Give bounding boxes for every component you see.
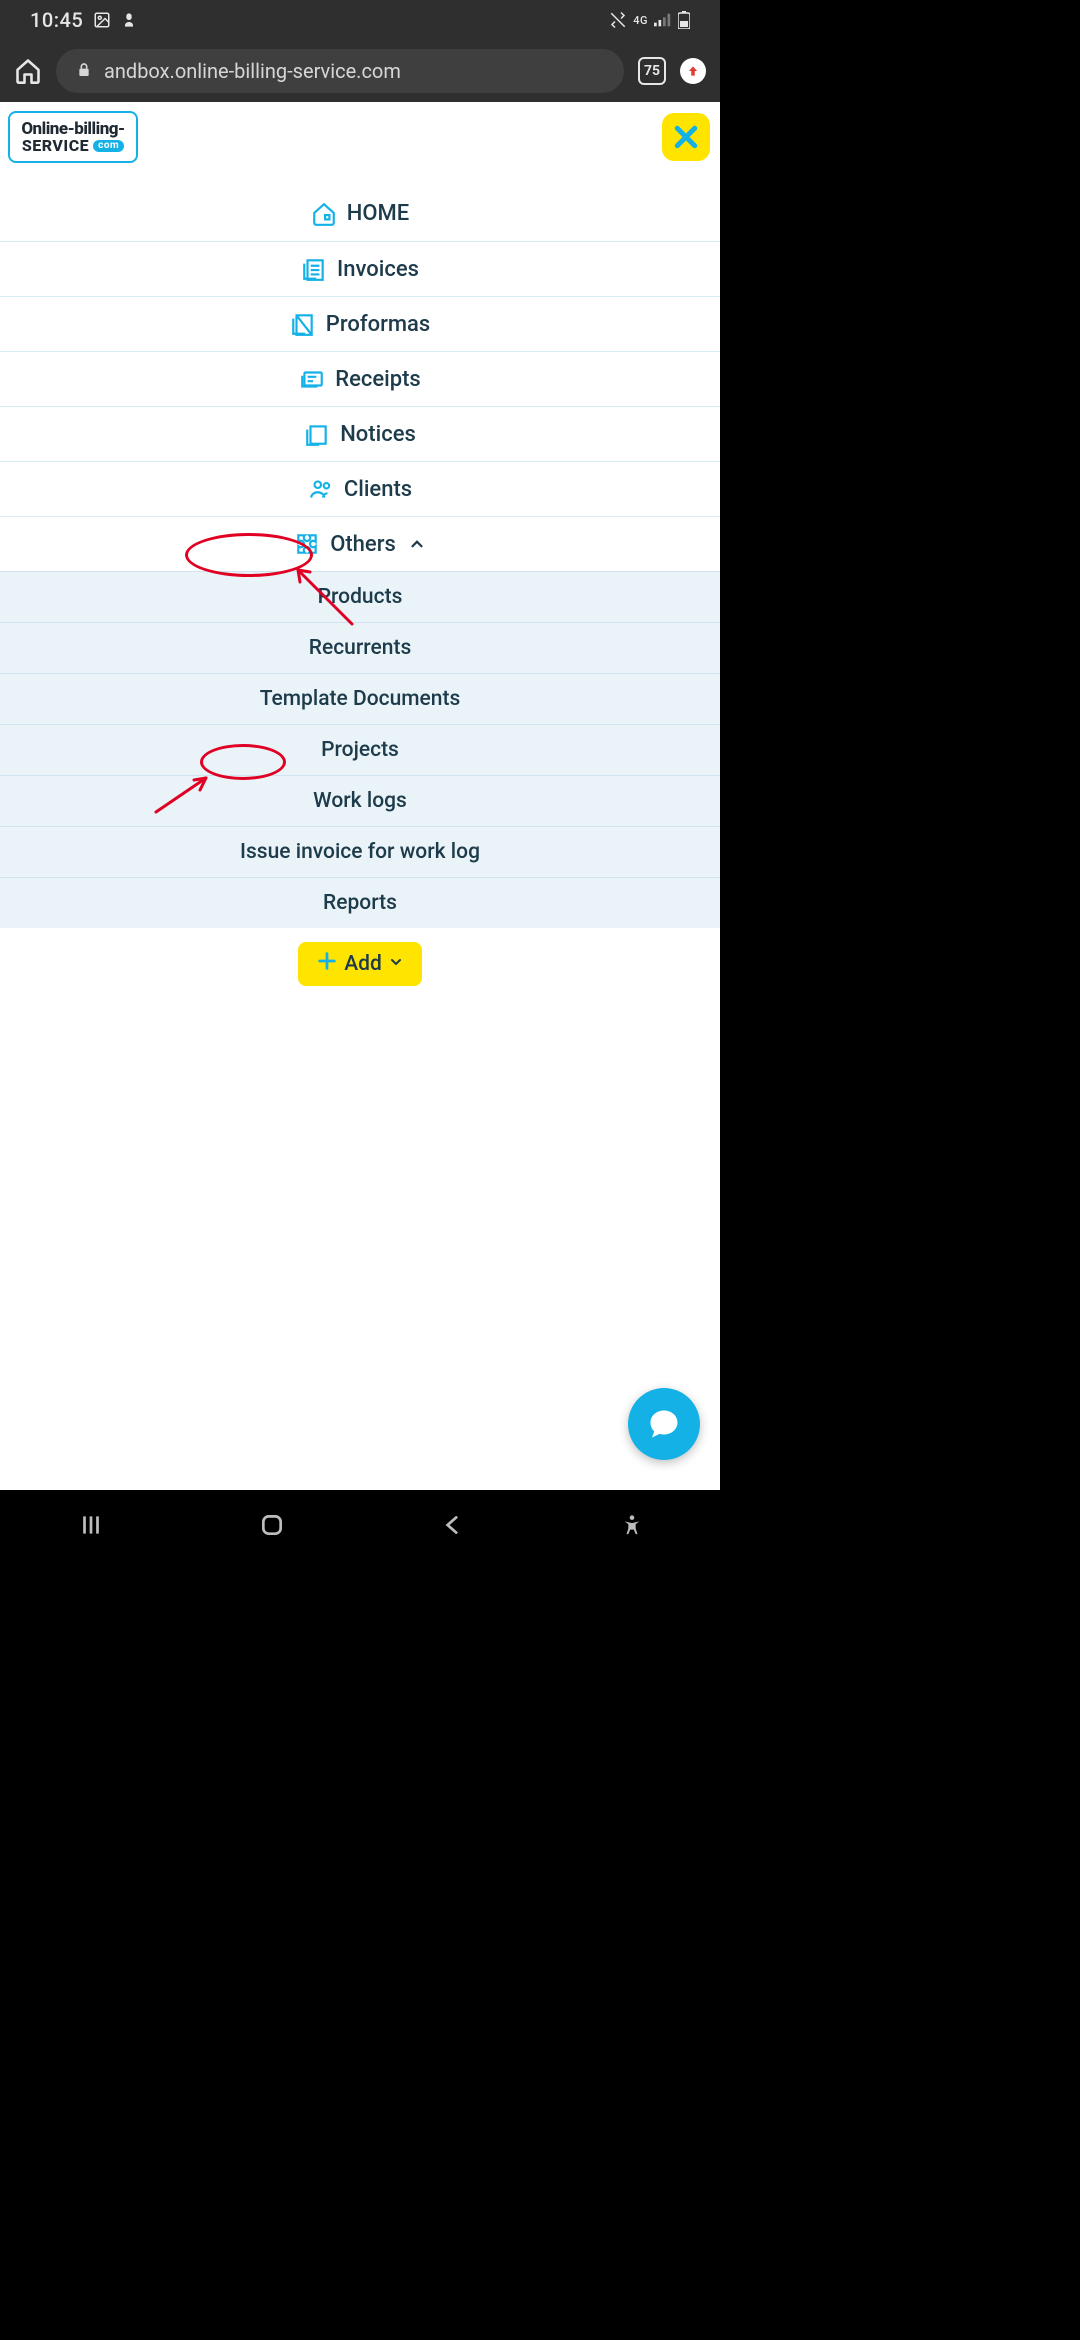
image-icon [93,11,111,29]
menu-item-home[interactable]: HOME [0,186,720,241]
menu-item-proformas[interactable]: Proformas [0,296,720,351]
url-bar[interactable]: andbox.online-billing-service.com [56,49,624,93]
menu-item-clients[interactable]: Clients [0,461,720,516]
site-logo[interactable]: Online-billing- SERVICE com [8,111,138,163]
lock-icon [76,59,92,83]
sub-item-reports[interactable]: Reports [0,877,720,928]
chat-fab[interactable] [628,1388,700,1460]
url-text: andbox.online-billing-service.com [104,59,401,83]
sub-label: Work logs [313,789,407,813]
others-submenu: Products Recurrents Template Documents P… [0,571,720,928]
home-icon [311,201,337,227]
plus-icon [316,950,338,978]
sub-label: Recurrents [309,636,412,660]
notices-icon [304,421,330,447]
puzzle-icon [294,531,320,557]
vibrate-icon [609,11,627,29]
sub-item-worklogs[interactable]: Work logs [0,775,720,826]
logo-tag: com [93,140,124,152]
chevron-up-icon [408,535,426,553]
page-content: Online-billing- SERVICE com HOME Invoice… [0,102,720,1490]
menu-label: Clients [344,477,412,502]
nav-back-button[interactable] [440,1512,466,1538]
signal-icon [654,13,672,27]
menu-label: Notices [340,422,416,447]
tab-switcher-button[interactable]: 75 [638,57,666,85]
browser-home-button[interactable] [14,57,42,85]
sub-item-recurrents[interactable]: Recurrents [0,622,720,673]
menu-label: Proformas [326,312,430,337]
sub-label: Projects [321,738,399,762]
chevron-down-icon [388,952,404,976]
site-header: Online-billing- SERVICE com [0,102,720,166]
sub-item-templates[interactable]: Template Documents [0,673,720,724]
tab-count-label: 75 [644,63,660,79]
main-menu: HOME Invoices Proformas Receipts Notices… [0,186,720,986]
close-icon [671,122,701,152]
logo-line1: Online-billing- [21,121,124,138]
logo-line2: SERVICE [22,138,89,154]
chat-icon [646,1406,682,1442]
browser-update-button[interactable] [680,58,706,84]
nav-home-button[interactable] [259,1512,285,1538]
menu-item-notices[interactable]: Notices [0,406,720,461]
nav-recents-button[interactable] [78,1512,104,1538]
sub-item-projects[interactable]: Projects [0,724,720,775]
invoices-icon [301,256,327,282]
android-nav-bar [0,1490,720,1560]
battery-icon [678,11,690,29]
add-label: Add [344,952,382,976]
close-menu-button[interactable] [662,113,710,161]
add-button[interactable]: Add [298,942,422,986]
sub-item-products[interactable]: Products [0,571,720,622]
clients-icon [308,476,334,502]
menu-item-invoices[interactable]: Invoices [0,241,720,296]
menu-item-receipts[interactable]: Receipts [0,351,720,406]
browser-toolbar: andbox.online-billing-service.com 75 [0,40,720,102]
app-icon [121,12,137,28]
menu-label: Invoices [337,257,419,282]
menu-label: HOME [347,201,409,226]
menu-item-others[interactable]: Others [0,516,720,571]
network-label: 4G [633,15,648,26]
android-status-bar: 10:45 4G [0,0,720,40]
sub-label: Products [318,585,403,609]
status-time: 10:45 [30,8,83,32]
nav-accessibility-button[interactable] [621,1514,643,1536]
menu-label: Receipts [335,367,421,392]
sub-label: Template Documents [260,687,461,711]
sub-item-issue-invoice[interactable]: Issue invoice for work log [0,826,720,877]
proformas-icon [290,311,316,337]
menu-label: Others [330,532,396,557]
sub-label: Reports [323,891,397,915]
sub-label: Issue invoice for work log [240,840,480,864]
receipts-icon [299,366,325,392]
